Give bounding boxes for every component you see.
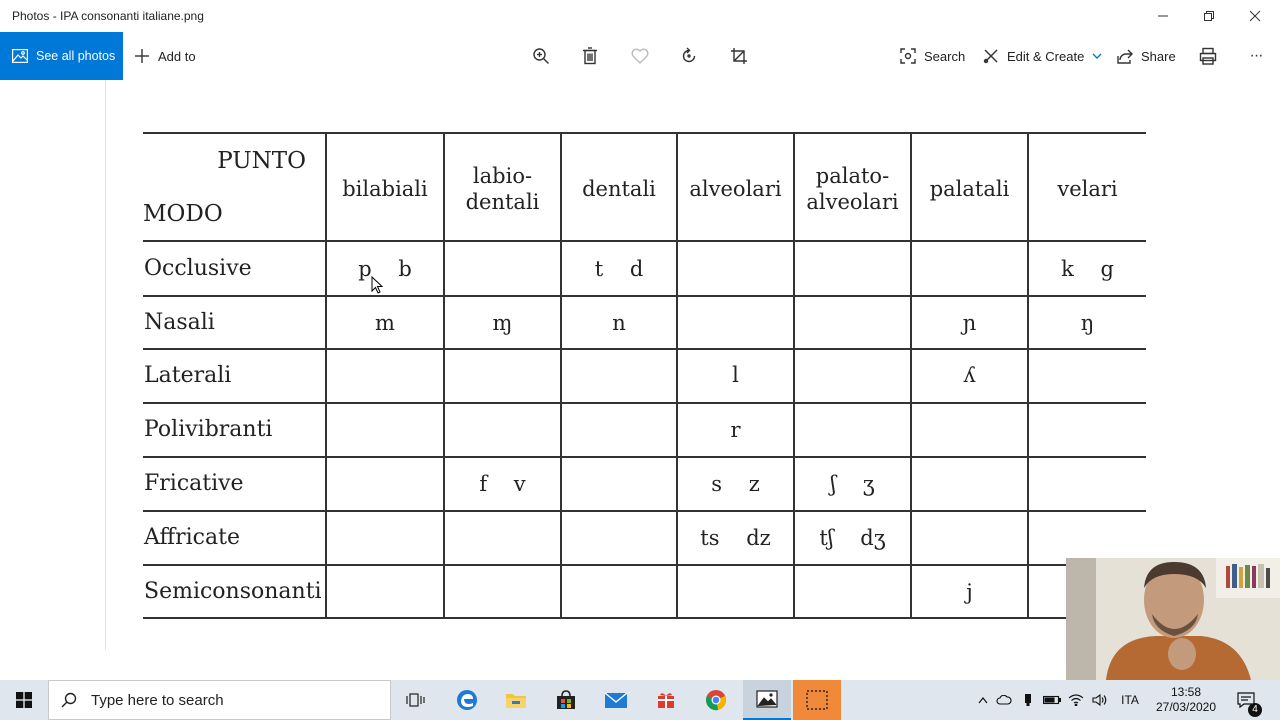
cell-occlusive-bilabial: p b bbox=[358, 257, 412, 281]
task-view-icon bbox=[406, 693, 425, 707]
cell-occlusive-dental: t d bbox=[594, 257, 644, 281]
cell-semivowel-palatal: j bbox=[966, 580, 973, 604]
cell-fricative-postalveolar: ʃ ʒ bbox=[830, 472, 875, 496]
chrome-icon bbox=[706, 690, 726, 711]
table-rule bbox=[143, 132, 1146, 134]
cell-nasal-bilabial: m bbox=[375, 311, 395, 335]
row-label-trill: Polivibranti bbox=[144, 417, 273, 442]
table-rule bbox=[143, 295, 1146, 297]
task-view-button[interactable] bbox=[392, 680, 440, 720]
chrome-browser-button[interactable] bbox=[692, 680, 740, 720]
wifi-button[interactable] bbox=[1064, 694, 1088, 706]
column-header-dental: dentali bbox=[582, 177, 656, 201]
start-button[interactable] bbox=[0, 680, 48, 720]
action-center-button[interactable]: 4 bbox=[1224, 692, 1268, 717]
snip-icon bbox=[806, 690, 828, 710]
taskbar-search-placeholder: Type here to search bbox=[91, 691, 224, 709]
row-label-lateral: Laterali bbox=[144, 363, 232, 388]
column-header-alveolar: alveolari bbox=[689, 177, 782, 201]
table-column-rule bbox=[325, 133, 327, 619]
cell-nasal-labiodental: ɱ bbox=[492, 311, 513, 335]
photos-app-button[interactable] bbox=[743, 680, 791, 720]
speaker-icon bbox=[1092, 694, 1107, 706]
photos-app-window: Photos - IPA consonanti italiane.png See… bbox=[0, 0, 1280, 720]
file-explorer-button[interactable] bbox=[492, 680, 540, 720]
ipa-consonant-table: PUNTO MODO bilabiali labio-dentali denta… bbox=[0, 0, 1280, 619]
input-language-button[interactable]: ITA bbox=[1112, 693, 1148, 707]
row-label-semivowel: Semiconsonanti bbox=[144, 579, 322, 604]
cell-lateral-palatal: ʎ bbox=[963, 363, 976, 387]
clock-button[interactable]: 13:58 27/03/2020 bbox=[1148, 685, 1224, 715]
gift-icon bbox=[658, 693, 674, 708]
usb-icon bbox=[1025, 694, 1031, 706]
edge-browser-button[interactable] bbox=[443, 680, 491, 720]
row-label-occlusive: Occlusive bbox=[144, 256, 252, 281]
table-rule bbox=[143, 402, 1146, 404]
table-rule bbox=[143, 240, 1146, 242]
column-header-labiodental: labio-dentali bbox=[465, 164, 540, 214]
photos-icon bbox=[756, 690, 778, 708]
gift-app-button[interactable] bbox=[642, 680, 690, 720]
table-column-rule bbox=[560, 133, 562, 619]
cell-trill-alveolar: r bbox=[730, 418, 741, 442]
presenter-video-icon bbox=[1066, 558, 1280, 680]
folder-icon bbox=[506, 694, 526, 708]
cell-affricate-postalveolar: tʃ dʒ bbox=[819, 526, 886, 550]
notification-count-badge: 4 bbox=[1248, 703, 1262, 717]
table-column-rule bbox=[1027, 133, 1029, 619]
cell-fricative-labiodental: f v bbox=[479, 472, 526, 496]
row-label-affricate: Affricate bbox=[144, 525, 240, 550]
column-header-postalveolar: palato-alveolari bbox=[806, 164, 899, 214]
store-bag-icon bbox=[557, 690, 575, 709]
mouse-cursor-icon bbox=[371, 276, 383, 294]
clock-date: 27/03/2020 bbox=[1155, 700, 1217, 714]
column-header-palatal: palatali bbox=[929, 177, 1010, 201]
table-rule bbox=[143, 510, 1146, 512]
usb-device-button[interactable] bbox=[1016, 693, 1040, 707]
webcam-overlay bbox=[1066, 558, 1280, 680]
table-rule bbox=[143, 617, 1066, 619]
table-rule bbox=[143, 564, 1146, 566]
search-icon bbox=[61, 692, 77, 708]
cell-occlusive-velar: k g bbox=[1061, 257, 1114, 281]
edge-icon bbox=[457, 690, 477, 710]
cell-fricative-alveolar: s z bbox=[711, 472, 760, 496]
cell-nasal-dental: n bbox=[612, 311, 626, 335]
cell-lateral-alveolar: l bbox=[732, 363, 739, 387]
system-tray: ITA 13:58 27/03/2020 4 bbox=[974, 680, 1268, 720]
mail-icon bbox=[604, 692, 628, 708]
store-button[interactable] bbox=[542, 680, 590, 720]
cell-nasal-velar: ŋ bbox=[1080, 311, 1095, 335]
battery-icon bbox=[1043, 695, 1061, 705]
column-header-bilabial: bilabiali bbox=[342, 177, 428, 201]
table-rule bbox=[143, 348, 1146, 350]
taskbar-search-box[interactable]: Type here to search bbox=[48, 680, 391, 720]
corner-header-place: PUNTO bbox=[217, 148, 306, 174]
column-header-velar: velari bbox=[1057, 177, 1118, 201]
corner-header-manner: MODO bbox=[143, 201, 223, 227]
row-label-fricative: Fricative bbox=[144, 471, 244, 496]
row-label-nasal: Nasali bbox=[144, 310, 215, 335]
cell-nasal-palatal: ɲ bbox=[962, 311, 977, 335]
taskbar: Type here to search ITA 13:58 27/03/2020… bbox=[0, 680, 1280, 720]
clock-time: 13:58 bbox=[1170, 685, 1202, 699]
onedrive-button[interactable] bbox=[992, 695, 1016, 705]
battery-button[interactable] bbox=[1040, 695, 1064, 705]
cell-affricate-alveolar: ts dz bbox=[700, 526, 771, 550]
wifi-icon bbox=[1068, 694, 1084, 706]
mail-button[interactable] bbox=[592, 680, 640, 720]
table-rule bbox=[143, 456, 1146, 458]
chevron-up-icon bbox=[978, 697, 988, 704]
cloud-icon bbox=[996, 695, 1012, 705]
snipping-tool-button[interactable] bbox=[793, 680, 841, 720]
show-hidden-icons-button[interactable] bbox=[974, 696, 992, 704]
volume-button[interactable] bbox=[1088, 694, 1112, 706]
windows-logo-icon bbox=[16, 692, 32, 708]
